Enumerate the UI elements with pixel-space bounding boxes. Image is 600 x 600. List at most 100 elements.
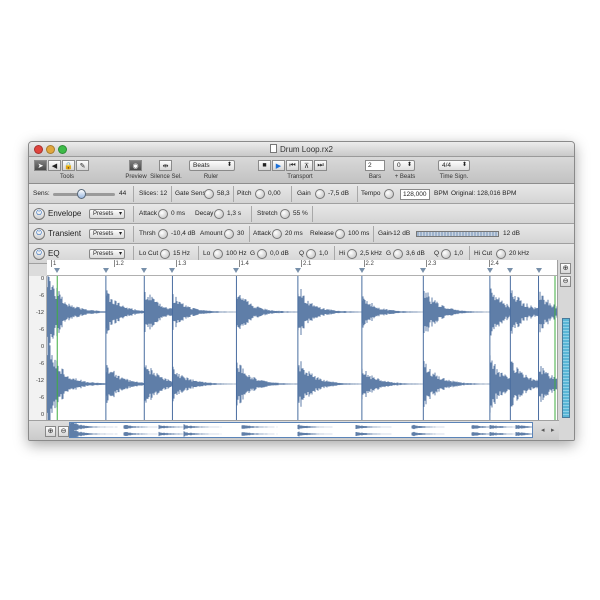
eq-hi-value: 2,5 kHz <box>360 250 383 257</box>
eq-q1-knob[interactable] <box>306 249 316 259</box>
envelope-stretch-label: Stretch <box>257 210 278 217</box>
zoom-in-icon[interactable]: ⊕ <box>45 426 56 437</box>
ruler-tick <box>238 260 240 267</box>
preview-group: ◉ <box>129 160 142 171</box>
ruler-tick <box>426 260 427 267</box>
slice-marker-icon[interactable] <box>54 268 61 273</box>
divider <box>251 206 252 222</box>
vertical-zoom-in-icon[interactable]: ⊕ <box>560 263 571 274</box>
silence-selected-button[interactable]: ⇹ <box>159 160 172 171</box>
sens-value: 44 <box>119 190 127 197</box>
gate-sens-value: 58,3 <box>217 190 230 197</box>
eq-hicut-value: 20 kHz <box>509 250 530 257</box>
slice-marker-icon[interactable] <box>294 268 301 273</box>
eq-title: EQ <box>48 249 60 258</box>
db-scale-label: 0 <box>40 276 44 282</box>
eq-lo-knob[interactable] <box>213 249 223 259</box>
title-bar[interactable]: Drum Loop.rx2 <box>29 142 574 157</box>
slice-marker-icon[interactable] <box>102 268 109 273</box>
forward-button[interactable]: ⏭ <box>314 160 327 171</box>
db-scale-label: -6 <box>39 361 44 367</box>
ruler-bar-label: 1 <box>53 261 57 267</box>
slices-count: Slices: 12 <box>139 190 168 197</box>
transient-power-icon[interactable]: ⏻ <box>33 228 45 240</box>
transient-release-knob[interactable] <box>335 229 345 239</box>
eq-lo-label: Lo <box>203 250 211 257</box>
slice-marker-icon[interactable] <box>420 268 427 273</box>
ruler-bar-label: 1.4 <box>240 261 249 267</box>
gain-knob[interactable] <box>315 189 325 199</box>
slice-marker-icon[interactable] <box>486 268 493 273</box>
eq-g2-label: G <box>386 250 392 257</box>
eq-g1-value: 0,0 dB <box>270 250 289 257</box>
slice-marker-icon[interactable] <box>358 268 365 273</box>
transient-attack-knob[interactable] <box>272 229 282 239</box>
gate-sens-knob[interactable] <box>204 189 214 199</box>
rewind-button[interactable]: ⏮ <box>286 160 299 171</box>
envelope-power-icon[interactable]: ⏻ <box>33 208 45 220</box>
pointer-tool-button[interactable]: ➤ <box>34 160 47 171</box>
envelope-stretch-knob[interactable] <box>280 209 290 219</box>
slice-marker-icon[interactable] <box>535 268 542 273</box>
scroll-right-icon[interactable]: ▸ <box>551 426 555 434</box>
toolbar: ➤ ◀ 🔒 ✎ Tools ◉ Preview ⇹ Silence Sel. B… <box>29 157 574 184</box>
eq-presets-button[interactable]: Presets <box>89 249 125 259</box>
bars-field[interactable]: 2 <box>365 160 385 171</box>
slice-marker-icon[interactable] <box>507 268 514 273</box>
ruler-select[interactable]: Beats <box>189 160 235 171</box>
eq-power-icon[interactable]: ⏻ <box>33 248 45 260</box>
transient-amount-value: 30 <box>237 230 245 237</box>
transient-presets-button[interactable]: Presets <box>89 229 125 239</box>
scroll-left-icon[interactable]: ◂ <box>541 426 545 434</box>
slice-marker-icon[interactable] <box>141 268 148 273</box>
transient-attack-label: Attack <box>253 230 272 237</box>
eq-hi-knob[interactable] <box>347 249 357 259</box>
eq-g2-knob[interactable] <box>393 249 403 259</box>
transient-gain-slider[interactable] <box>416 231 499 237</box>
divider <box>249 226 250 242</box>
ruler-bar-label: 2.3 <box>428 261 437 267</box>
transient-thrsh-knob[interactable] <box>158 229 168 239</box>
ruler-tick <box>113 260 115 267</box>
beat-ruler[interactable]: 1 1.2 1.3 1.4 2.1 2.2 2.3 2.4 <box>47 260 559 276</box>
preview-button[interactable]: ◉ <box>129 160 142 171</box>
divider <box>291 186 292 202</box>
envelope-presets-button[interactable]: Presets <box>89 209 125 219</box>
bars-label: Bars <box>368 174 382 180</box>
transient-thrsh-label: Thrsh <box>139 230 156 237</box>
ruler-tick <box>51 260 52 267</box>
eq-locut-knob[interactable] <box>160 249 170 259</box>
stop-button[interactable]: ■ <box>258 160 271 171</box>
waveform-display[interactable] <box>47 276 559 420</box>
envelope-decay-knob[interactable] <box>214 209 224 219</box>
eq-g1-knob[interactable] <box>257 249 267 259</box>
eq-q2-value: 1,0 <box>454 250 464 257</box>
loop-button[interactable]: ⊼ <box>300 160 313 171</box>
time-signature-select[interactable]: 4/4 <box>438 160 470 171</box>
eq-hi-label: Hi <box>339 250 346 257</box>
overview-waveform-svg <box>70 423 532 437</box>
eq-g1-label: G <box>250 250 256 257</box>
divider <box>312 206 313 222</box>
vertical-zoom-out-icon[interactable]: ⊖ <box>560 276 571 287</box>
play-button[interactable]: ▶ <box>272 160 285 171</box>
tempo-knob[interactable] <box>384 189 394 199</box>
envelope-attack-knob[interactable] <box>158 209 168 219</box>
pencil-tool-button[interactable]: ✎ <box>76 160 89 171</box>
overview-scrollbar[interactable] <box>69 422 533 438</box>
transient-amount-knob[interactable] <box>224 229 234 239</box>
lock-tool-button[interactable]: 🔒 <box>62 160 75 171</box>
audition-tool-button[interactable]: ◀ <box>48 160 61 171</box>
sens-slider-thumb[interactable] <box>77 189 86 199</box>
ruler-bar-label: 1.3 <box>178 261 187 267</box>
db-scale-label: -6 <box>39 395 44 401</box>
slice-marker-icon[interactable] <box>233 268 240 273</box>
eq-q2-knob[interactable] <box>441 249 451 259</box>
zoom-out-icon[interactable]: ⊖ <box>58 426 69 437</box>
tempo-field[interactable]: 128,000 <box>400 189 430 200</box>
eq-hicut-knob[interactable] <box>496 249 506 259</box>
db-scale-label: -6 <box>39 293 44 299</box>
beats-select[interactable]: 0 <box>393 160 415 171</box>
slice-marker-icon[interactable] <box>169 268 176 273</box>
pitch-knob[interactable] <box>255 189 265 199</box>
